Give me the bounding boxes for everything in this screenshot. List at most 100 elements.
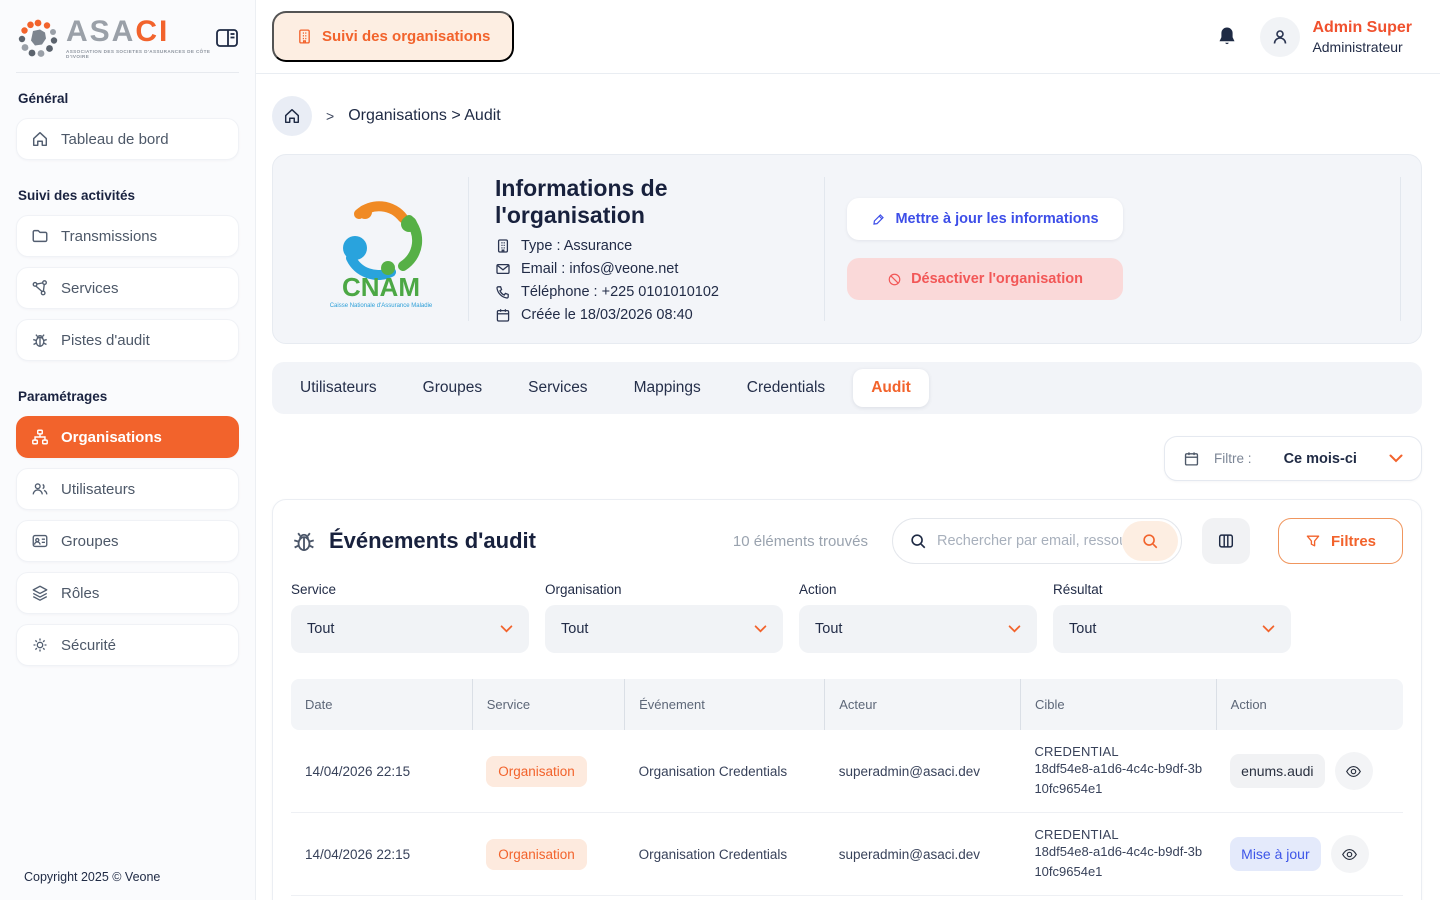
sidebar-item-securite[interactable]: Sécurité bbox=[16, 624, 239, 666]
tab-audit[interactable]: Audit bbox=[853, 369, 929, 407]
user-role: Administrateur bbox=[1312, 39, 1412, 55]
table-header-row: Date Service Événement Acteur Cible Acti… bbox=[291, 679, 1403, 730]
org-card-title: Informations de l'organisation bbox=[495, 175, 798, 228]
cell-cible: CREDENTIAL 18df54e8-a1d6-4c4c-b9df-3b10f… bbox=[1020, 730, 1216, 813]
cell-actor: superadmin@asaci.dev bbox=[825, 730, 1021, 813]
asaci-logo: ASACI ASSOCIATION DES SOCIETES D'ASSURAN… bbox=[16, 16, 215, 60]
search-submit-button[interactable] bbox=[1122, 521, 1178, 561]
breadcrumb: > Organisations > Audit bbox=[272, 96, 1422, 136]
funnel-icon bbox=[1305, 533, 1321, 549]
folder-icon bbox=[31, 227, 49, 245]
chevron-down-icon bbox=[1262, 625, 1275, 633]
main-area: Suivi des organisations Admin Super Admi… bbox=[256, 0, 1440, 900]
home-breadcrumb-icon[interactable] bbox=[272, 96, 312, 136]
org-phone-line: Téléphone : +225 0101010102 bbox=[495, 284, 798, 300]
breadcrumb-separator: > bbox=[326, 108, 334, 124]
period-filter[interactable]: Filtre : Ce mois-ci bbox=[1164, 436, 1422, 481]
suivi-organisations-button[interactable]: Suivi des organisations bbox=[272, 11, 514, 62]
sidebar: ASACI ASSOCIATION DES SOCIETES D'ASSURAN… bbox=[0, 0, 256, 900]
section-label-general: Général bbox=[18, 91, 237, 106]
cell-actor: superadmin@asaci.dev bbox=[825, 813, 1021, 896]
bell-icon[interactable] bbox=[1216, 25, 1238, 49]
tab-groupes[interactable]: Groupes bbox=[405, 369, 500, 407]
view-details-button[interactable] bbox=[1335, 752, 1373, 790]
chevron-down-icon bbox=[500, 625, 513, 633]
cell-event: Organisation Credentials bbox=[625, 730, 825, 813]
group-folder-icon bbox=[31, 532, 49, 550]
audit-title: Événements d'audit bbox=[291, 528, 536, 554]
facet-select-service[interactable]: Tout bbox=[291, 605, 529, 653]
ban-icon bbox=[887, 272, 902, 287]
sidebar-item-transmissions[interactable]: Transmissions bbox=[16, 215, 239, 257]
mail-icon bbox=[495, 261, 511, 277]
sidebar-item-tableau-de-bord[interactable]: Tableau de bord bbox=[16, 118, 239, 160]
layers-icon bbox=[31, 584, 49, 602]
disable-org-button[interactable]: Désactiver l'organisation bbox=[847, 258, 1123, 300]
sidebar-item-label: Tableau de bord bbox=[61, 131, 169, 148]
search-bar bbox=[892, 518, 1182, 564]
facet-label-action: Action bbox=[799, 582, 1037, 597]
user-menu[interactable]: Admin Super Administrateur bbox=[1260, 17, 1412, 57]
eye-icon bbox=[1341, 846, 1358, 863]
building-icon bbox=[495, 238, 511, 254]
facet-select-resultat[interactable]: Tout bbox=[1053, 605, 1291, 653]
search-input[interactable] bbox=[937, 533, 1122, 549]
column-header-date[interactable]: Date bbox=[291, 679, 472, 730]
audit-events-card: Événements d'audit 10 éléments trouvés bbox=[272, 499, 1422, 900]
brand-tagline: ASSOCIATION DES SOCIETES D'ASSURANCES DE… bbox=[66, 49, 215, 59]
phone-icon bbox=[495, 284, 511, 300]
gear-icon bbox=[31, 636, 49, 654]
sidebar-item-label: Services bbox=[61, 280, 119, 297]
facet-select-action[interactable]: Tout bbox=[799, 605, 1037, 653]
sidebar-item-groupes[interactable]: Groupes bbox=[16, 520, 239, 562]
sidebar-item-pistes-audit[interactable]: Pistes d'audit bbox=[16, 319, 239, 361]
columns-button[interactable] bbox=[1202, 518, 1250, 564]
facet-label-service: Service bbox=[291, 582, 529, 597]
service-badge: Organisation bbox=[486, 839, 587, 870]
bug-icon bbox=[31, 331, 49, 349]
column-header-action[interactable]: Action bbox=[1216, 679, 1403, 730]
sidebar-item-label: Utilisateurs bbox=[61, 481, 135, 498]
cell-date: 14/04/2026 22:15 bbox=[291, 730, 472, 813]
cell-date: 14/04/2026 22:15 bbox=[291, 813, 472, 896]
facet-select-organisation[interactable]: Tout bbox=[545, 605, 783, 653]
tab-credentials[interactable]: Credentials bbox=[729, 369, 843, 407]
column-header-cible[interactable]: Cible bbox=[1020, 679, 1216, 730]
tab-utilisateurs[interactable]: Utilisateurs bbox=[282, 369, 395, 407]
svg-text:Caisse Nationale d'Assurance M: Caisse Nationale d'Assurance Maladie bbox=[329, 303, 432, 309]
calendar-icon bbox=[495, 307, 511, 323]
tab-services[interactable]: Services bbox=[510, 369, 605, 407]
collapse-panel-icon[interactable] bbox=[215, 25, 239, 51]
sidebar-item-organisations[interactable]: Organisations bbox=[16, 416, 239, 458]
columns-icon bbox=[1217, 532, 1235, 550]
breadcrumb-path: Organisations > Audit bbox=[348, 107, 501, 125]
sidebar-item-label: Sécurité bbox=[61, 637, 116, 654]
org-type-line: Type : Assurance bbox=[495, 238, 798, 254]
view-details-button[interactable] bbox=[1331, 835, 1369, 873]
facet-label-resultat: Résultat bbox=[1053, 582, 1291, 597]
org-email-line: Email : infos@veone.net bbox=[495, 261, 798, 277]
column-header-service[interactable]: Service bbox=[472, 679, 624, 730]
sidebar-item-label: Transmissions bbox=[61, 228, 157, 245]
section-label-parametrages: Paramétrages bbox=[18, 389, 237, 404]
sidebar-item-label: Groupes bbox=[61, 533, 119, 550]
tab-mappings[interactable]: Mappings bbox=[616, 369, 719, 407]
column-header-evenement[interactable]: Événement bbox=[625, 679, 825, 730]
update-info-button[interactable]: Mettre à jour les informations bbox=[847, 198, 1123, 240]
org-tree-icon bbox=[31, 428, 49, 446]
sidebar-item-roles[interactable]: Rôles bbox=[16, 572, 239, 614]
chevron-down-icon bbox=[754, 625, 767, 633]
sidebar-item-services[interactable]: Services bbox=[16, 267, 239, 309]
sidebar-item-label: Organisations bbox=[61, 429, 162, 446]
cell-cible: CREDENTIAL 18df54e8-a1d6-4c4c-b9df-3b10f… bbox=[1020, 813, 1216, 896]
organisation-info-card: CNAM Caisse Nationale d'Assurance Maladi… bbox=[272, 154, 1422, 344]
filters-button[interactable]: Filtres bbox=[1278, 518, 1403, 564]
sidebar-item-label: Pistes d'audit bbox=[61, 332, 150, 349]
divider bbox=[1400, 177, 1401, 321]
bug-icon bbox=[291, 528, 317, 554]
chevron-down-icon bbox=[1389, 454, 1403, 463]
chevron-down-icon bbox=[1008, 625, 1021, 633]
sidebar-item-utilisateurs[interactable]: Utilisateurs bbox=[16, 468, 239, 510]
column-header-acteur[interactable]: Acteur bbox=[825, 679, 1021, 730]
action-chip: Mise à jour bbox=[1230, 837, 1320, 871]
